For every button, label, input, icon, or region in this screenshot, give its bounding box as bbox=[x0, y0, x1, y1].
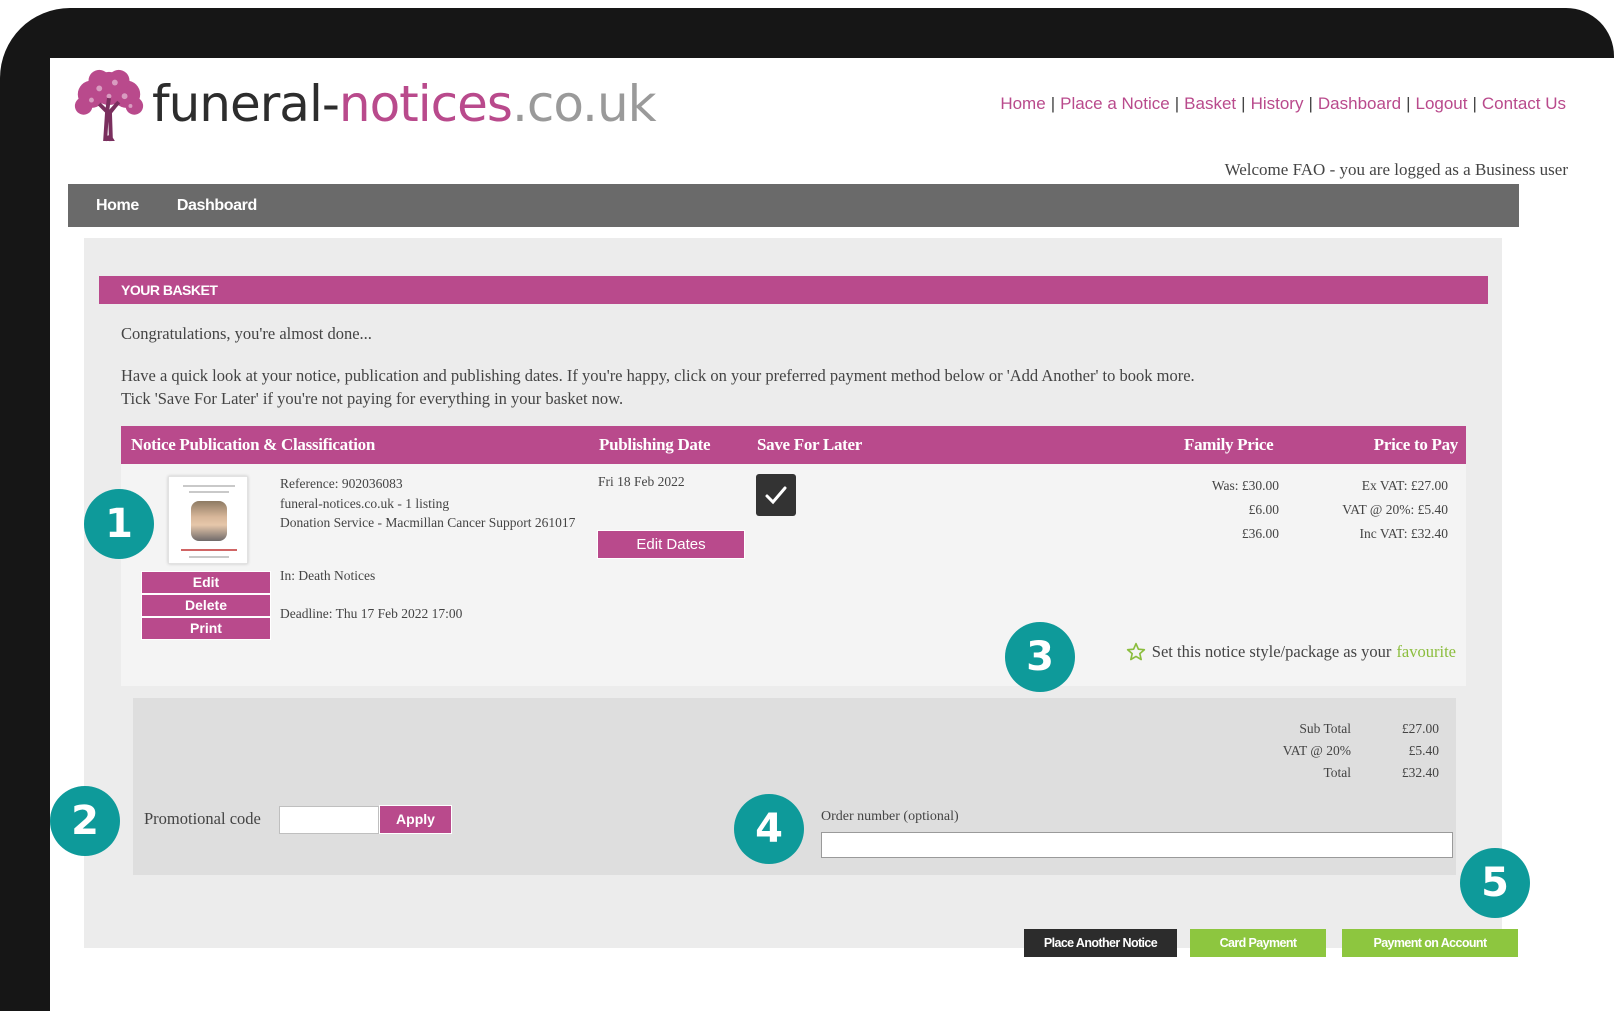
order-number-label: Order number (optional) bbox=[821, 809, 959, 824]
basket-instructions-line2: Tick 'Save For Later' if you're not payi… bbox=[121, 389, 624, 408]
menu-item-home[interactable]: Home bbox=[96, 197, 139, 215]
site-logo-text: funeral-notices.co.uk bbox=[152, 75, 657, 133]
basket-instructions: Have a quick look at your notice, public… bbox=[121, 364, 1421, 410]
basket-table-header: Notice Publication & Classification Publ… bbox=[121, 426, 1466, 464]
notice-donation: Donation Service - Macmillan Cancer Supp… bbox=[280, 515, 576, 530]
nav-history-link[interactable]: History bbox=[1251, 94, 1304, 113]
family-price-vat: £6.00 bbox=[1248, 502, 1279, 517]
favourite-link[interactable]: favourite bbox=[1396, 642, 1456, 662]
nav-separator: | bbox=[1308, 94, 1313, 113]
notice-listing: funeral-notices.co.uk - 1 listing bbox=[280, 495, 450, 511]
notice-thumbnail[interactable] bbox=[168, 476, 248, 564]
edit-dates-button[interactable]: Edit Dates bbox=[597, 530, 745, 559]
portrait-photo bbox=[191, 501, 227, 541]
totals-values: £27.00 £5.40 £32.40 bbox=[1402, 718, 1439, 784]
nav-separator: | bbox=[1174, 94, 1180, 113]
thumbnail-name-line bbox=[181, 549, 237, 551]
save-for-later-checkbox[interactable] bbox=[756, 474, 796, 516]
header-notice: Notice Publication & Classification bbox=[131, 435, 376, 454]
logo-text-part2: notices bbox=[338, 75, 513, 133]
family-price-total: £36.00 bbox=[1241, 526, 1279, 541]
notice-reference: Reference: 902036083 bbox=[280, 476, 403, 491]
subtotal-value: £27.00 bbox=[1401, 721, 1439, 736]
callout-marker-5: 5 bbox=[1460, 848, 1530, 918]
callout-marker-4: 4 bbox=[734, 794, 804, 864]
notice-details: Reference: 902036083 funeral-notices.co.… bbox=[280, 474, 580, 533]
callout-marker-2: 2 bbox=[50, 786, 120, 856]
main-menu-bar: Home Dashboard bbox=[68, 184, 1519, 227]
promo-code-label: Promotional code bbox=[144, 809, 261, 828]
notice-deadline: Deadline: Thu 17 Feb 2022 17:00 bbox=[280, 606, 463, 621]
edit-notice-button[interactable]: Edit bbox=[141, 571, 271, 594]
top-navigation: Home | Place a Notice | Basket | History | Dashb… bbox=[1000, 94, 1566, 114]
welcome-message: Welcome FAO - you are logged as a Busine… bbox=[1224, 160, 1568, 179]
price-vat: VAT @ 20%: £5.40 bbox=[1342, 502, 1448, 517]
nav-basket-link[interactable]: Basket bbox=[1184, 94, 1236, 113]
order-number-input[interactable] bbox=[821, 832, 1453, 858]
basket-heading: YOUR BASKET bbox=[99, 276, 1488, 304]
promo-code-input[interactable] bbox=[279, 806, 379, 834]
basket-item-row: Edit Delete Print Reference: 902036083 f… bbox=[121, 464, 1466, 686]
header-save-for-later: Save For Later bbox=[757, 435, 863, 454]
set-favourite[interactable]: Set this notice style/package as your fa… bbox=[1126, 642, 1456, 662]
logo-text-part3: .co.uk bbox=[511, 75, 657, 133]
totals-labels: Sub Total VAT @ 20% Total bbox=[1283, 718, 1351, 784]
price-to-pay: Ex VAT: £27.00 VAT @ 20%: £5.40 Inc VAT:… bbox=[1342, 474, 1448, 546]
publishing-date: Fri 18 Feb 2022 bbox=[598, 474, 685, 489]
basket-intro: Congratulations, you're almost done... bbox=[121, 324, 372, 343]
favourite-text: Set this notice style/package as your bbox=[1151, 642, 1392, 661]
nav-logout-link[interactable]: Logout bbox=[1415, 94, 1467, 113]
subtotal-label: Sub Total bbox=[1299, 721, 1351, 736]
header-publishing-date: Publishing Date bbox=[599, 435, 711, 454]
nav-contact-link[interactable]: Contact Us bbox=[1482, 94, 1566, 113]
notice-section: In: Death Notices bbox=[280, 568, 376, 583]
payment-on-account-button[interactable]: Payment on Account bbox=[1342, 929, 1518, 957]
vat-label: VAT @ 20% bbox=[1282, 743, 1351, 758]
nav-place-notice-link[interactable]: Place a Notice bbox=[1060, 94, 1170, 113]
price-inc-vat: Inc VAT: £32.40 bbox=[1359, 526, 1448, 541]
basket-instructions-line1: Have a quick look at your notice, public… bbox=[121, 366, 1195, 385]
nav-separator: | bbox=[1241, 94, 1246, 113]
browser-screen: funeral-notices.co.uk Home | Place a Notic… bbox=[50, 58, 1614, 1011]
nav-separator: | bbox=[1472, 94, 1477, 113]
vat-value: £5.40 bbox=[1408, 743, 1439, 758]
checkmark-icon bbox=[765, 486, 787, 505]
callout-marker-1: 1 bbox=[84, 489, 154, 559]
laptop-frame: funeral-notices.co.uk Home | Place a Notic… bbox=[0, 8, 1614, 1011]
card-payment-button[interactable]: Card Payment bbox=[1190, 929, 1326, 957]
price-ex-vat: Ex VAT: £27.00 bbox=[1361, 478, 1448, 493]
family-price-was: Was: £30.00 bbox=[1211, 478, 1279, 493]
nav-home-link[interactable]: Home bbox=[1000, 94, 1045, 113]
callout-marker-3: 3 bbox=[1005, 622, 1075, 692]
site-logo[interactable]: funeral-notices.co.uk bbox=[70, 64, 657, 144]
menu-item-dashboard[interactable]: Dashboard bbox=[177, 197, 257, 215]
logo-text-part1: funeral- bbox=[152, 75, 340, 133]
family-price: Was: £30.00 £6.00 £36.00 bbox=[1212, 474, 1279, 546]
total-value: £32.40 bbox=[1401, 765, 1439, 780]
nav-dashboard-link[interactable]: Dashboard bbox=[1318, 94, 1401, 113]
star-outline-icon bbox=[1126, 642, 1145, 661]
tree-logo-icon bbox=[74, 69, 144, 142]
total-label: Total bbox=[1323, 765, 1351, 780]
thumbnail-line bbox=[183, 485, 235, 487]
header-family-price: Family Price bbox=[1184, 435, 1274, 454]
thumbnail-line bbox=[189, 556, 229, 558]
place-another-notice-button[interactable]: Place Another Notice bbox=[1024, 929, 1177, 957]
print-notice-button[interactable]: Print bbox=[141, 617, 271, 640]
nav-separator: | bbox=[1050, 94, 1056, 113]
apply-promo-button[interactable]: Apply bbox=[379, 805, 452, 834]
thumbnail-line bbox=[189, 491, 229, 493]
nav-separator: | bbox=[1406, 94, 1411, 113]
delete-notice-button[interactable]: Delete bbox=[141, 594, 271, 617]
header-price-to-pay: Price to Pay bbox=[1373, 435, 1459, 454]
